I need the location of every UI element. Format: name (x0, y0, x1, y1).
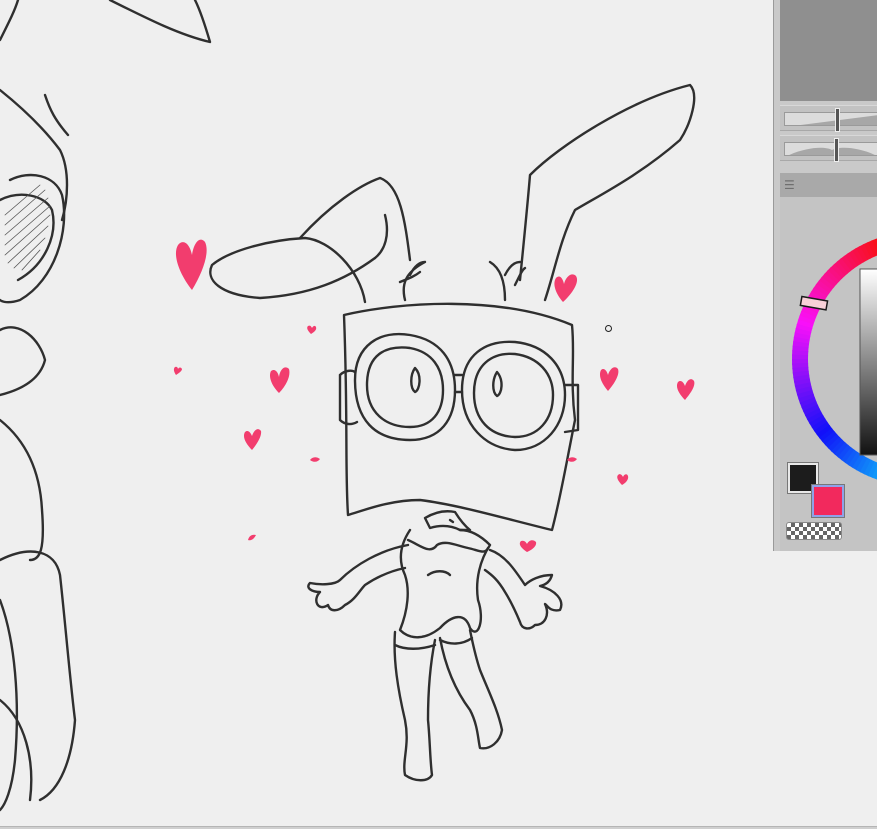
size-ramp-graphic (800, 115, 877, 125)
transparent-color-swatch[interactable] (786, 522, 842, 540)
tool-side-panel: ☰ (773, 0, 877, 551)
navigator-preview[interactable] (780, 0, 877, 101)
opacity-ramp-graphic (789, 147, 875, 155)
brush-opacity-slider[interactable] (780, 135, 877, 162)
brush-size-track[interactable] (784, 112, 877, 126)
canvas-artwork (0, 0, 696, 812)
grip-lines-icon[interactable]: ☰ (784, 178, 795, 192)
brush-size-slider[interactable] (780, 105, 877, 132)
color-panel-header[interactable]: ☰ (780, 173, 877, 197)
brush-opacity-thumb[interactable] (833, 138, 839, 162)
brush-opacity-track[interactable] (784, 142, 877, 156)
brush-size-thumb[interactable] (835, 108, 841, 132)
color-picker-panel (780, 197, 877, 551)
drawing-canvas[interactable] (0, 0, 773, 829)
left-figure-sketch (0, 0, 212, 812)
bunny-character-sketch (209, 83, 696, 782)
paint-app-window: ☰ (0, 0, 877, 829)
brush-cursor-icon (605, 325, 612, 332)
saturation-value-square[interactable] (859, 268, 877, 456)
background-color-swatch[interactable] (811, 484, 845, 518)
heart-doodles (173, 239, 695, 552)
